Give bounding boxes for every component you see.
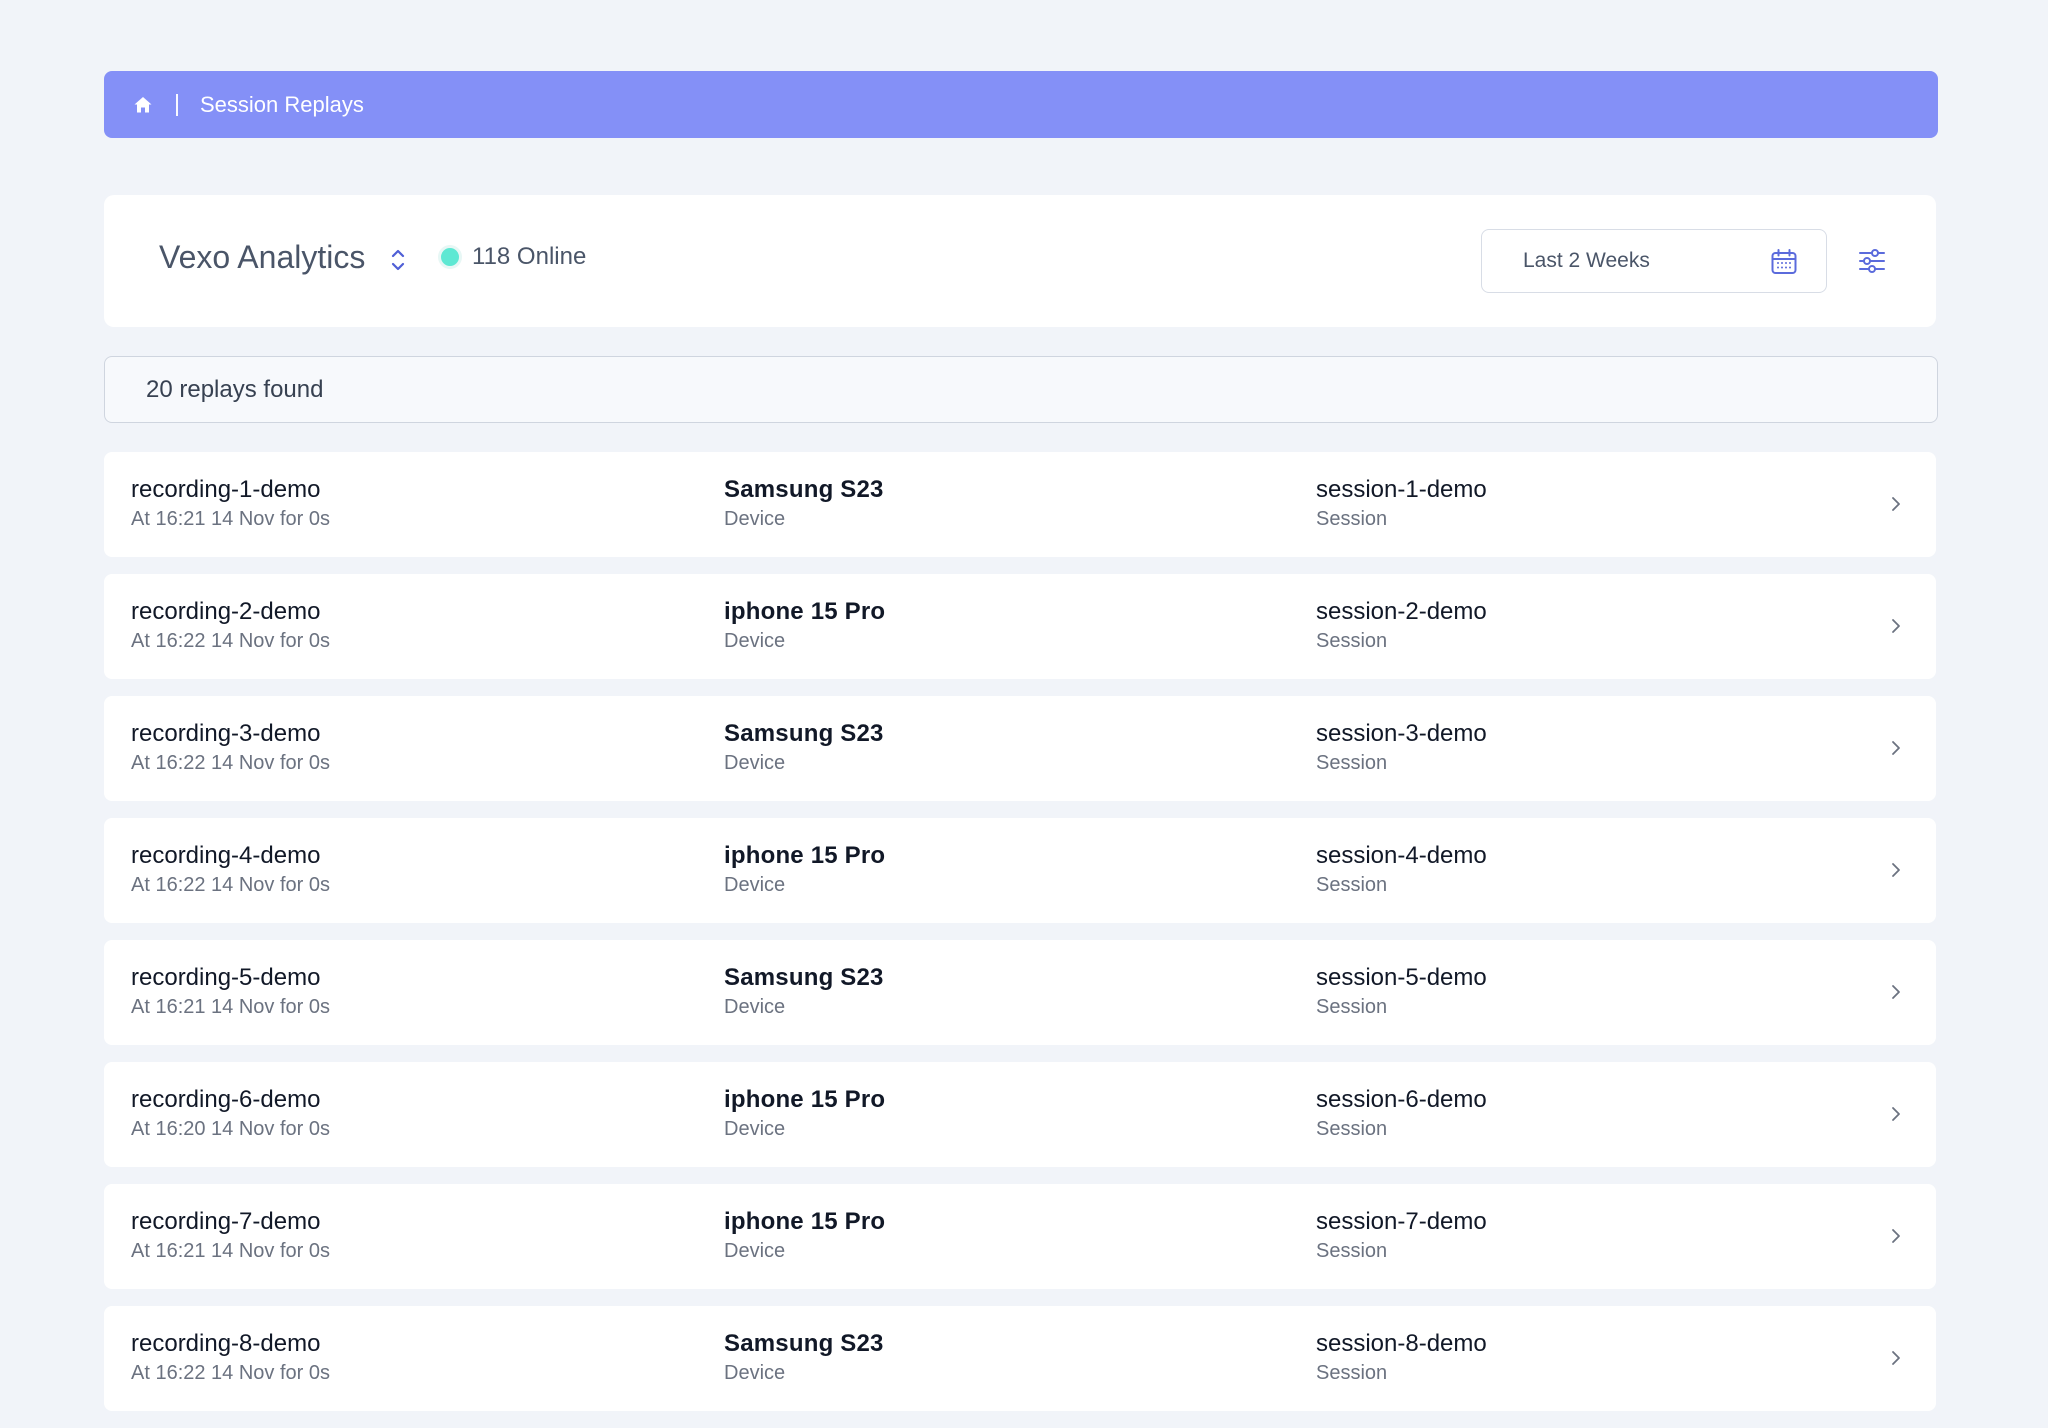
calendar-icon [1771,249,1797,274]
device-name: Samsung S23 [724,720,884,747]
session-label: Session [1316,1118,1388,1140]
device-name: Samsung S23 [724,1330,884,1357]
session-name: session-4-demo [1316,842,1487,869]
online-indicator: 118 Online [438,243,586,271]
online-count: 118 Online [472,243,587,270]
replay-row[interactable]: recording-3-demo At 16:22 14 Nov for 0s S… [104,696,1936,801]
device-label: Device [724,1240,786,1262]
recording-name: recording-8-demo [131,1330,321,1357]
replay-row[interactable]: recording-1-demo At 16:21 14 Nov for 0s S… [104,452,1936,557]
session-name: session-7-demo [1316,1208,1487,1235]
device-label: Device [724,752,786,774]
recording-name: recording-2-demo [131,598,321,625]
replay-row[interactable]: recording-8-demo At 16:22 14 Nov for 0s S… [104,1306,1936,1411]
session-name: session-2-demo [1316,598,1487,625]
recording-time: At 16:22 14 Nov for 0s [131,630,331,652]
device-label: Device [724,1362,786,1384]
app-switcher-button[interactable] [387,245,409,275]
home-icon[interactable] [132,94,154,116]
app-name: Vexo Analytics [159,239,366,275]
session-name: session-1-demo [1316,476,1487,503]
chevron-right-icon [1892,1107,1900,1121]
replay-list: recording-1-demo At 16:21 14 Nov for 0s S… [104,452,1936,1428]
results-count: 20 replays found [146,375,324,403]
replay-row[interactable]: recording-2-demo At 16:22 14 Nov for 0s i… [104,574,1936,679]
recording-name: recording-7-demo [131,1208,321,1235]
session-label: Session [1316,1362,1388,1384]
chevron-right-icon [1892,497,1900,511]
session-label: Session [1316,1240,1388,1262]
replay-row[interactable]: recording-4-demo At 16:22 14 Nov for 0s i… [104,818,1936,923]
device-label: Device [724,996,786,1018]
date-range-value: Last 2 Weeks [1523,249,1650,272]
device-name: iphone 15 Pro [724,842,886,869]
chevron-up-down-icon [391,249,405,271]
session-name: session-5-demo [1316,964,1487,991]
recording-name: recording-4-demo [131,842,321,869]
session-name: session-3-demo [1316,720,1487,747]
session-label: Session [1316,508,1388,530]
chevron-right-icon [1892,741,1900,755]
device-label: Device [724,874,786,896]
recording-time: At 16:22 14 Nov for 0s [131,874,331,896]
device-label: Device [724,630,786,652]
recording-time: At 16:22 14 Nov for 0s [131,752,331,774]
breadcrumb-separator [176,93,178,116]
device-name: Samsung S23 [724,476,884,503]
session-name: session-6-demo [1316,1086,1487,1113]
recording-time: At 16:22 14 Nov for 0s [131,1362,331,1384]
sliders-icon [1859,249,1885,273]
session-label: Session [1316,874,1388,896]
session-label: Session [1316,630,1388,652]
recording-time: At 16:20 14 Nov for 0s [131,1118,331,1140]
device-name: Samsung S23 [724,964,884,991]
device-name: iphone 15 Pro [724,1208,886,1235]
chevron-right-icon [1892,985,1900,999]
date-range-picker[interactable]: Last 2 Weeks [1481,229,1827,293]
device-label: Device [724,1118,786,1140]
header-card: Vexo Analytics 118 Online Last 2 Weeks [104,195,1936,327]
online-dot [438,245,462,269]
recording-time: At 16:21 14 Nov for 0s [131,508,331,530]
replay-row[interactable]: recording-6-demo At 16:20 14 Nov for 0s i… [104,1062,1936,1167]
breadcrumb-current: Session Replays [200,91,364,117]
device-name: iphone 15 Pro [724,598,886,625]
filter-button[interactable] [1856,245,1888,277]
replay-row[interactable]: recording-5-demo At 16:21 14 Nov for 0s S… [104,940,1936,1045]
recording-name: recording-1-demo [131,476,321,503]
session-label: Session [1316,752,1388,774]
chevron-right-icon [1892,863,1900,877]
chevron-right-icon [1892,1351,1900,1365]
device-label: Device [724,508,786,530]
results-count-bar: 20 replays found [104,356,1938,423]
device-name: iphone 15 Pro [724,1086,886,1113]
recording-name: recording-3-demo [131,720,321,747]
chevron-right-icon [1892,1229,1900,1243]
recording-name: recording-6-demo [131,1086,321,1113]
recording-name: recording-5-demo [131,964,321,991]
recording-time: At 16:21 14 Nov for 0s [131,1240,331,1262]
breadcrumb: Session Replays [104,71,1938,138]
replay-row[interactable]: recording-7-demo At 16:21 14 Nov for 0s i… [104,1184,1936,1289]
recording-time: At 16:21 14 Nov for 0s [131,996,331,1018]
session-name: session-8-demo [1316,1330,1487,1357]
chevron-right-icon [1892,619,1900,633]
session-label: Session [1316,996,1388,1018]
